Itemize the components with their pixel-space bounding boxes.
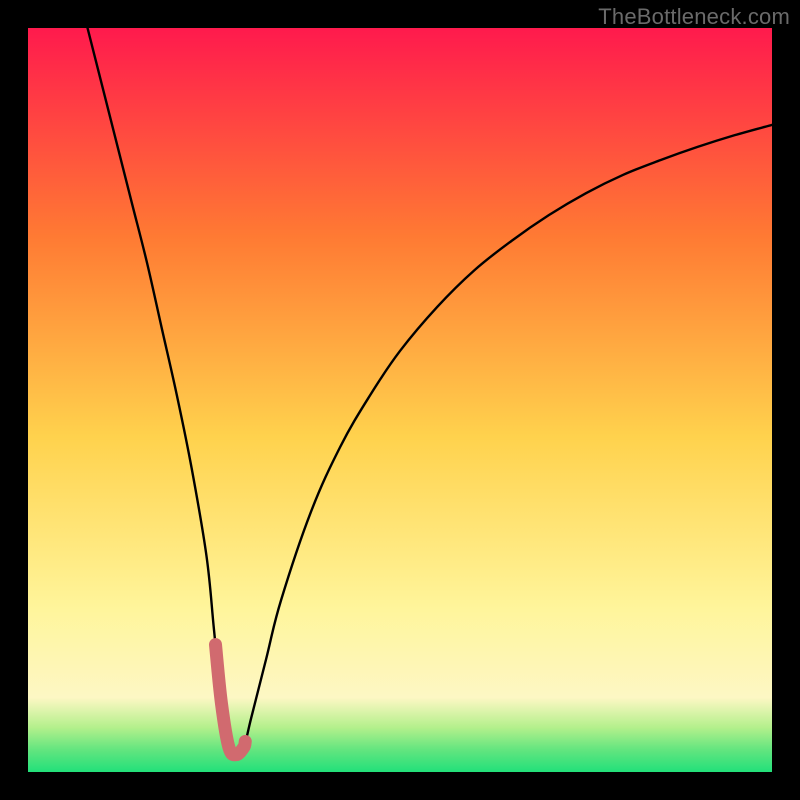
watermark-text: TheBottleneck.com: [598, 4, 790, 30]
plot-area: [28, 28, 772, 772]
gradient-background: [28, 28, 772, 772]
bottleneck-chart: [28, 28, 772, 772]
stage: TheBottleneck.com: [0, 0, 800, 800]
